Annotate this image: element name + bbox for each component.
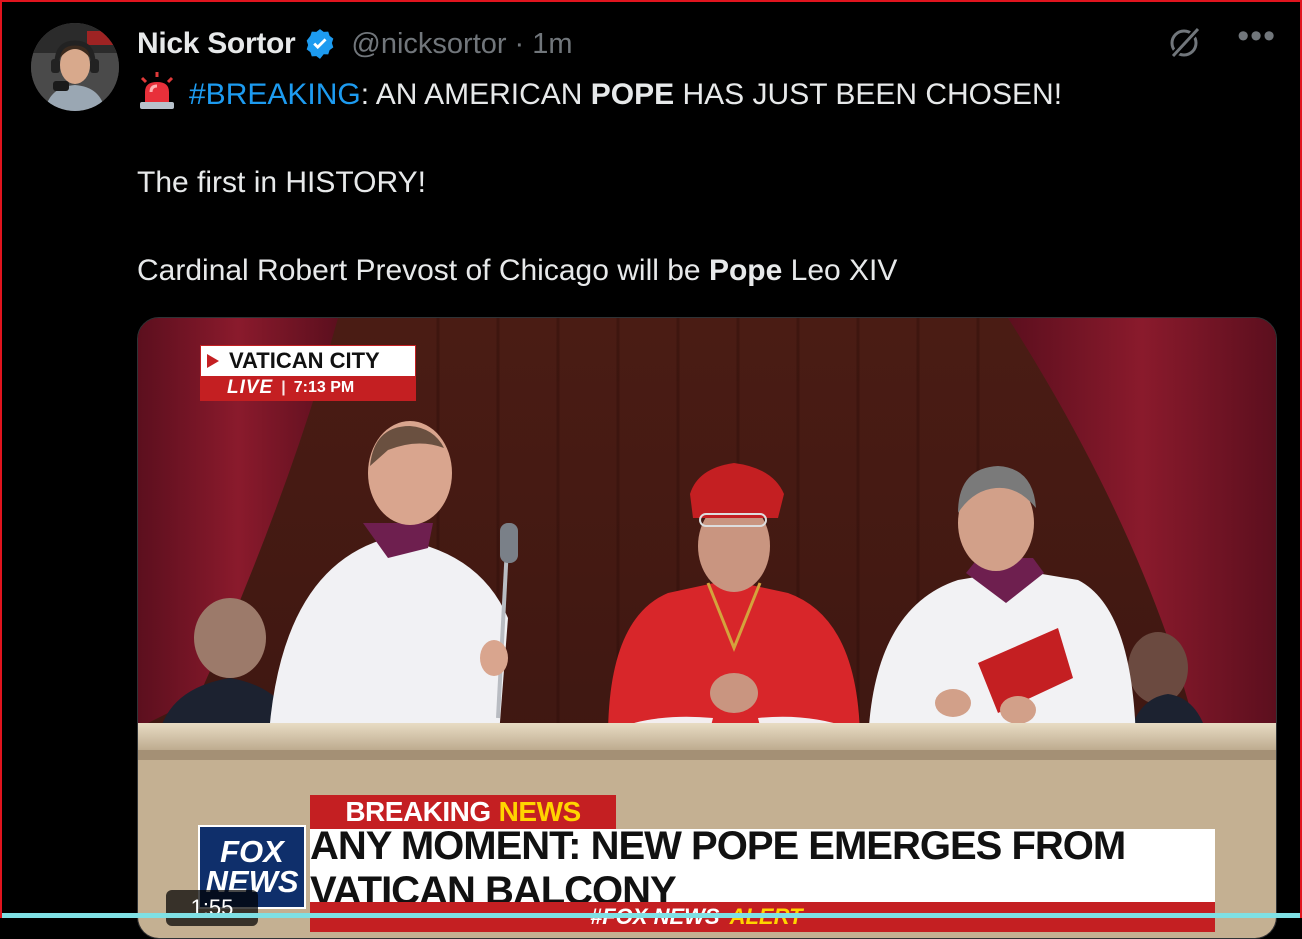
time-separator: · <box>514 27 525 60</box>
tweet-text-part: Leo XIV <box>782 254 898 287</box>
video-duration: 1:55 <box>166 890 258 926</box>
tweet-header: Nick Sortor @nicksortor · 1m <box>137 24 573 64</box>
hashtag-breaking[interactable]: #BREAKING <box>189 78 361 111</box>
author-name[interactable]: Nick Sortor <box>137 27 296 61</box>
location-badge: VATICAN CITY LIVE | 7:13 PM <box>200 345 416 401</box>
more-options-icon[interactable]: ••• <box>1237 19 1276 53</box>
author-handle[interactable]: @nicksortor <box>351 28 506 61</box>
bottom-edge-strip <box>0 913 1302 918</box>
tweet-text-bold: Pope <box>708 254 783 287</box>
tweet-text-part: HAS JUST BEEN CHOSEN! <box>674 78 1063 111</box>
location-text: VATICAN CITY <box>229 348 380 373</box>
tweet-line-3: Cardinal Robert Prevost of Chicago will … <box>137 249 1257 293</box>
tweet-text: #BREAKING: AN AMERICAN POPE HAS JUST BEE… <box>137 72 1257 293</box>
tweet-line-1: #BREAKING: AN AMERICAN POPE HAS JUST BEE… <box>137 72 1257 117</box>
location-arrow-icon <box>207 354 219 368</box>
police-siren-emoji-icon <box>140 72 174 109</box>
grok-icon[interactable] <box>1165 24 1203 62</box>
broadcast-time: 7:13 PM <box>293 379 355 396</box>
tweet-line-2: The first in HISTORY! <box>137 166 426 199</box>
news-headline: ANY MOMENT: NEW POPE EMERGES FROM VATICA… <box>310 824 1215 913</box>
tweet-video[interactable]: VATICAN CITY LIVE | 7:13 PM BREAKING NEWS … <box>137 317 1277 939</box>
avatar-image <box>31 23 119 111</box>
tweet-actions-top: ••• <box>1165 19 1276 62</box>
tweet-time[interactable]: 1m <box>532 28 572 61</box>
tweet-text-part: Cardinal Robert Prevost of Chicago will … <box>137 254 709 287</box>
tweet-text-part: : AN AMERICAN <box>360 78 591 111</box>
tweet-text-bold: POPE <box>590 78 675 111</box>
logo-line-1: FOX <box>220 834 284 869</box>
live-label: LIVE <box>227 377 274 398</box>
verified-badge-icon <box>307 29 334 59</box>
author-avatar[interactable] <box>31 23 119 111</box>
